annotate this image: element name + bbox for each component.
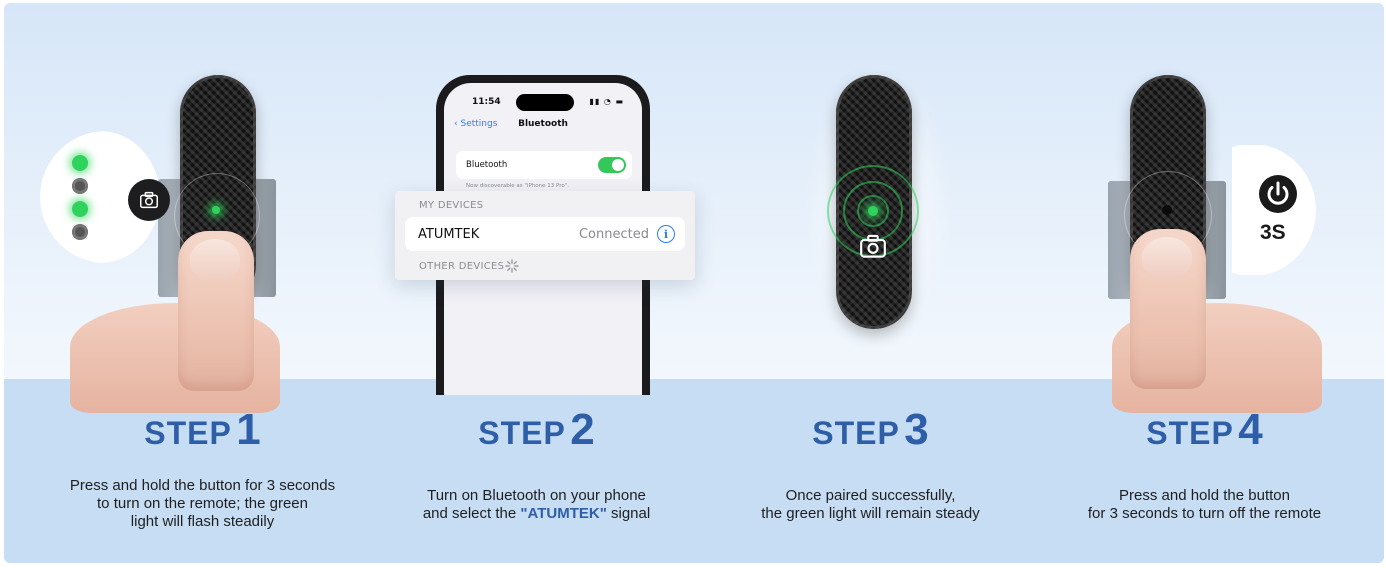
- other-devices-header: OTHER DEVICES: [419, 261, 505, 272]
- thumb: [178, 231, 254, 391]
- bluetooth-label: Bluetooth: [466, 160, 508, 170]
- step-2: STEP 2 Turn on Bluetooth on your phone a…: [364, 379, 709, 563]
- discoverable-note: Now discoverable as "iPhone 13 Pro".: [466, 183, 569, 189]
- indicator-light-off: [72, 178, 88, 194]
- loading-spinner-icon: [505, 259, 519, 273]
- indicator-light-on: [72, 155, 88, 171]
- step-description: Turn on Bluetooth on your phone and sele…: [422, 487, 651, 522]
- dynamic-island: [516, 94, 574, 111]
- status-time: 11:54: [472, 97, 501, 107]
- indicator-light-off: [72, 224, 88, 240]
- thumb: [1130, 229, 1206, 389]
- info-icon[interactable]: i: [657, 225, 675, 243]
- device-name-highlight: "ATUMTEK": [520, 505, 607, 522]
- step-title: STEP 2: [478, 405, 595, 454]
- screen-title: Bluetooth: [518, 119, 568, 129]
- device-name: ATUMTEK: [418, 227, 480, 242]
- remote-led: [868, 206, 878, 216]
- power-icon: [1259, 175, 1297, 213]
- instruction-banner: 11:54 ▮▮ ◔ ▬ ‹ Settings Bluetooth Blueto…: [4, 3, 1384, 563]
- signal-icon: ▮▮: [589, 97, 601, 106]
- wifi-icon: ◔: [603, 97, 612, 106]
- my-devices-header: MY DEVICES: [419, 200, 484, 211]
- camera-icon: [860, 234, 886, 258]
- step-title: STEP 4: [1146, 405, 1263, 454]
- status-icons: ▮▮ ◔ ▬: [590, 97, 624, 106]
- device-list-popup: MY DEVICES ATUMTEK Connected i OTHER DEV…: [395, 191, 695, 280]
- step-description: Press and hold the button for 3 seconds …: [69, 477, 336, 530]
- device-row-atumtek[interactable]: ATUMTEK Connected i: [405, 217, 685, 251]
- step-title: STEP 1: [144, 405, 261, 454]
- step-title: STEP 3: [812, 405, 929, 454]
- step-description: Press and hold the button for 3 seconds …: [1087, 487, 1322, 522]
- bluetooth-toggle[interactable]: [598, 157, 626, 173]
- hold-duration-label: 3S: [1260, 221, 1286, 244]
- step-3: STEP 3 Once paired successfully, the gre…: [698, 379, 1043, 563]
- device-status: Connected: [578, 227, 649, 242]
- battery-icon: ▬: [615, 97, 624, 106]
- thumbnail: [190, 239, 240, 279]
- remote-button: [1162, 205, 1172, 215]
- bluetooth-row: Bluetooth: [456, 151, 632, 179]
- camera-icon: [140, 191, 158, 209]
- step-4: STEP 4 Press and hold the button for 3 s…: [1032, 379, 1377, 563]
- thumbnail: [1142, 237, 1192, 277]
- step-description: Once paired successfully, the green ligh…: [761, 487, 980, 522]
- step-1: STEP 1 Press and hold the button for 3 s…: [30, 379, 375, 563]
- indicator-light-on: [72, 201, 88, 217]
- camera-badge: [128, 179, 170, 221]
- remote-led: [212, 206, 220, 214]
